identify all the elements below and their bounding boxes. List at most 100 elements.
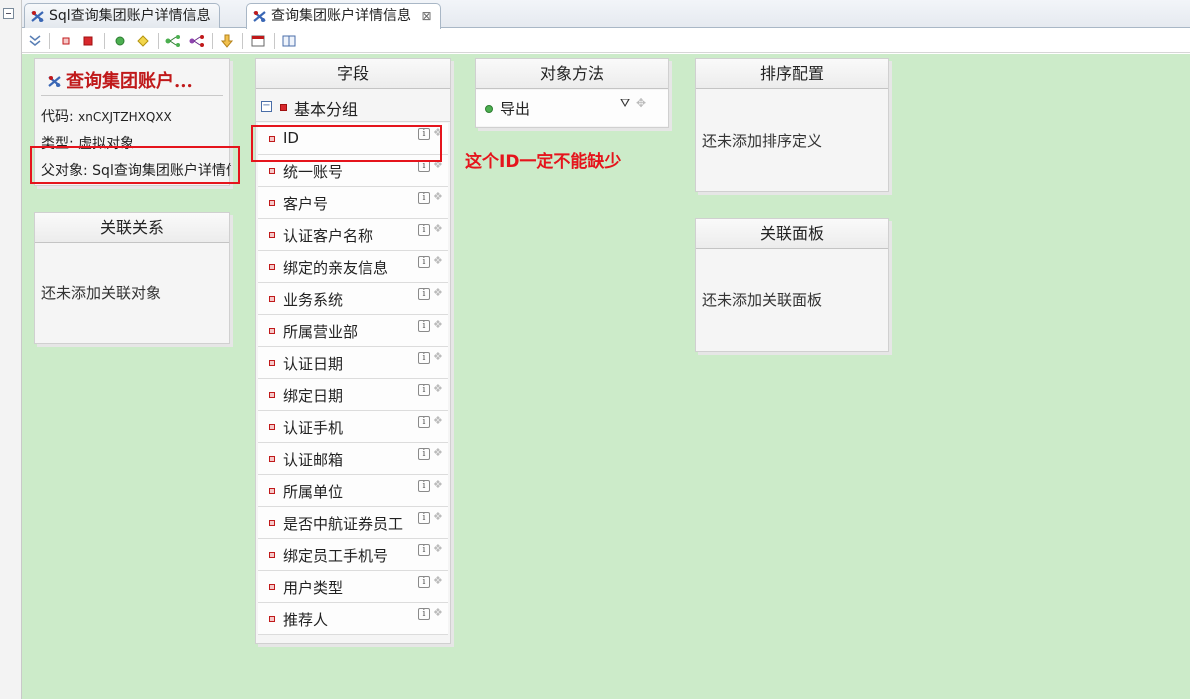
field-row[interactable]: 推荐人 i ❖ <box>258 603 448 635</box>
info-icon[interactable]: i <box>418 256 430 268</box>
methods-panel-title: 对象方法 <box>476 59 668 89</box>
link-icon[interactable]: ❖ <box>433 447 445 459</box>
info-icon[interactable]: i <box>418 576 430 588</box>
link-icon[interactable]: ❖ <box>433 415 445 427</box>
field-row[interactable]: 绑定的亲友信息 i ❖ <box>258 251 448 283</box>
relations-empty-text: 还未添加关联对象 <box>41 284 162 302</box>
field-icon <box>269 168 275 174</box>
field-label: 所属营业部 <box>283 323 359 341</box>
linked-panels-title: 关联面板 <box>696 219 888 249</box>
info-icon[interactable]: i <box>418 288 430 300</box>
minimize-icon[interactable] <box>3 8 14 19</box>
link-icon[interactable]: ❖ <box>433 383 445 395</box>
field-label: 推荐人 <box>283 611 329 629</box>
link-icon[interactable]: ❖ <box>433 607 445 619</box>
methods-panel[interactable]: 对象方法 导出 ⛛ ✥ <box>475 58 669 128</box>
add-field-icon[interactable] <box>58 33 74 49</box>
field-group-header[interactable]: − 基本分组 <box>256 90 450 122</box>
info-icon[interactable]: i <box>418 192 430 204</box>
book-icon[interactable] <box>281 33 297 49</box>
fields-panel-title: 字段 <box>256 59 450 89</box>
info-icon[interactable]: i <box>418 320 430 332</box>
field-label: 用户类型 <box>283 579 344 597</box>
field-label: 绑定日期 <box>283 387 344 405</box>
tab-sql-query-group-account[interactable]: Sql查询集团账户详情信息 <box>24 3 220 28</box>
relations-panel-title: 关联关系 <box>35 213 229 243</box>
info-icon[interactable]: i <box>418 544 430 556</box>
info-icon[interactable]: i <box>418 416 430 428</box>
field-icon <box>269 488 275 494</box>
id-highlight-box <box>251 125 442 162</box>
link-icon[interactable]: ❖ <box>433 191 445 203</box>
field-icon <box>269 200 275 206</box>
method-icon <box>485 105 493 113</box>
relation-icon[interactable] <box>165 33 181 49</box>
tab-query-group-account[interactable]: 查询集团账户详情信息 ⊠ <box>246 3 441 29</box>
entity-title: 查询集团账户... <box>47 67 193 93</box>
field-icon <box>269 328 275 334</box>
link-icon[interactable]: ❖ <box>433 319 445 331</box>
field-label: 绑定的亲友信息 <box>283 259 389 277</box>
parent-highlight-box <box>30 146 240 184</box>
add-group-icon[interactable] <box>80 33 96 49</box>
field-row[interactable]: 业务系统 i ❖ <box>258 283 448 315</box>
link-icon[interactable]: ❖ <box>433 351 445 363</box>
link-icon[interactable]: ❖ <box>433 479 445 491</box>
model-icon <box>253 11 266 22</box>
filter-icon[interactable]: ⛛ <box>620 96 630 111</box>
field-label: 业务系统 <box>283 291 344 309</box>
field-row[interactable]: 认证邮箱 i ❖ <box>258 443 448 475</box>
field-label: 认证邮箱 <box>283 451 344 469</box>
field-row[interactable]: 认证日期 i ❖ <box>258 347 448 379</box>
field-icon <box>269 296 275 302</box>
field-row[interactable]: 用户类型 i ❖ <box>258 571 448 603</box>
field-row[interactable]: 认证客户名称 i ❖ <box>258 219 448 251</box>
move-icon[interactable]: ✥ <box>636 96 646 110</box>
sort-panel[interactable]: 排序配置 还未添加排序定义 <box>695 58 889 192</box>
relation-tree-icon[interactable] <box>189 33 205 49</box>
link-icon[interactable]: ❖ <box>433 543 445 555</box>
sort-empty-text: 还未添加排序定义 <box>702 132 823 150</box>
info-icon[interactable]: i <box>418 384 430 396</box>
field-row[interactable]: 是否中航证券员工 i ❖ <box>258 507 448 539</box>
close-icon[interactable]: ⊠ <box>421 4 431 28</box>
field-row[interactable]: 认证手机 i ❖ <box>258 411 448 443</box>
field-row[interactable]: 所属营业部 i ❖ <box>258 315 448 347</box>
collapse-all-icon[interactable] <box>27 33 43 49</box>
link-icon[interactable]: ❖ <box>433 575 445 587</box>
preview-icon[interactable] <box>250 33 266 49</box>
field-icon <box>269 232 275 238</box>
field-label: 是否中航证券员工 <box>283 515 404 533</box>
info-icon[interactable]: i <box>418 352 430 364</box>
info-icon[interactable]: i <box>418 448 430 460</box>
field-icon <box>269 520 275 526</box>
model-icon <box>31 11 44 22</box>
info-icon[interactable]: i <box>418 480 430 492</box>
field-icon <box>269 264 275 270</box>
info-icon[interactable]: i <box>418 608 430 620</box>
link-icon[interactable]: ❖ <box>433 511 445 523</box>
info-icon[interactable]: i <box>418 224 430 236</box>
field-row[interactable]: 绑定日期 i ❖ <box>258 379 448 411</box>
collapse-group-icon[interactable]: − <box>261 101 272 112</box>
add-sort-icon[interactable] <box>135 33 151 49</box>
link-icon[interactable]: ❖ <box>433 255 445 267</box>
field-row[interactable]: 客户号 i ❖ <box>258 187 448 219</box>
relations-panel[interactable]: 关联关系 还未添加关联对象 <box>34 212 230 344</box>
link-icon[interactable]: ❖ <box>433 223 445 235</box>
import-icon[interactable] <box>219 33 235 49</box>
field-icon <box>269 424 275 430</box>
field-label: 绑定员工手机号 <box>283 547 389 565</box>
linked-panels-panel[interactable]: 关联面板 还未添加关联面板 <box>695 218 889 352</box>
field-row[interactable]: 绑定员工手机号 i ❖ <box>258 539 448 571</box>
editor-gutter <box>0 0 22 699</box>
link-icon[interactable]: ❖ <box>433 287 445 299</box>
method-label: 导出 <box>500 100 531 118</box>
tab-label: Sql查询集团账户详情信息 <box>49 8 211 24</box>
annotation-text: 这个ID一定不能缺少 <box>465 152 622 172</box>
add-method-icon[interactable] <box>112 33 128 49</box>
method-row[interactable]: 导出 ⛛ ✥ <box>476 90 668 126</box>
field-row[interactable]: 所属单位 i ❖ <box>258 475 448 507</box>
field-icon <box>269 616 275 622</box>
info-icon[interactable]: i <box>418 512 430 524</box>
